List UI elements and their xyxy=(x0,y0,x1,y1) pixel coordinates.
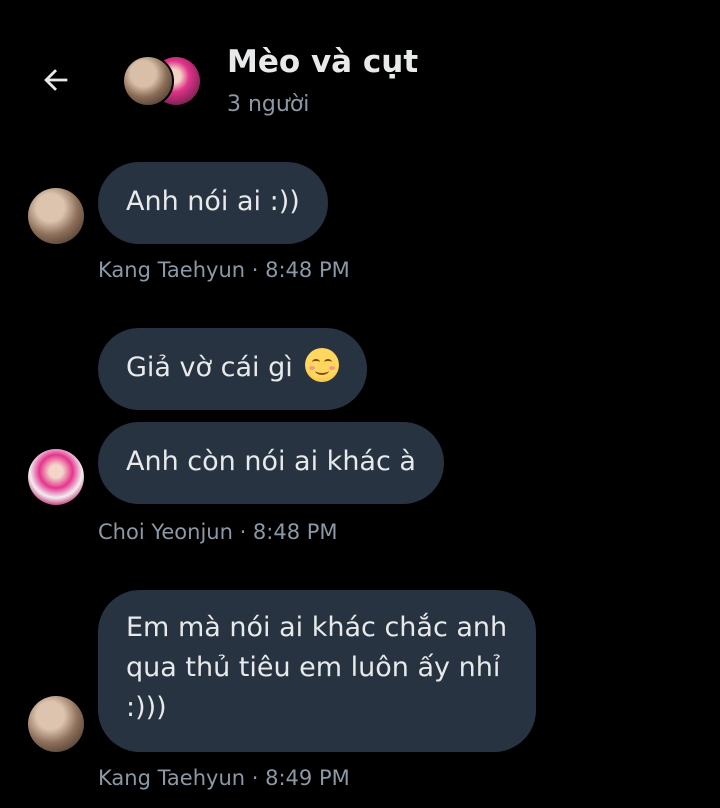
message-text: Anh còn nói ai khác à xyxy=(126,446,416,477)
participant-count: 3 người xyxy=(227,92,310,117)
smiling-face-emoji-icon xyxy=(305,348,340,382)
message-bubble[interactable]: Anh còn nói ai khác à xyxy=(98,422,444,504)
dm-conversation-screen: Mèo và cụt 3 người Anh nói ai :)) Kang T… xyxy=(0,0,720,808)
message-bubble[interactable]: Anh nói ai :)) xyxy=(98,162,328,244)
group-avatars[interactable] xyxy=(122,55,202,107)
message-meta: Kang Taehyun · 8:48 PM xyxy=(98,258,350,282)
message-text: Anh nói ai :)) xyxy=(126,186,300,217)
conversation-title[interactable]: Mèo và cụt xyxy=(227,44,418,80)
avatar[interactable] xyxy=(28,696,84,752)
message-text: Giả vờ cái gì xyxy=(126,352,293,383)
arrow-left-icon xyxy=(44,69,68,91)
message-bubble[interactable]: Em mà nói ai khác chắc anh qua thủ tiêu … xyxy=(98,590,536,752)
message-bubble[interactable]: Giả vờ cái gì xyxy=(98,328,368,410)
avatar xyxy=(122,55,174,107)
message-text: Em mà nói ai khác chắc anh qua thủ tiêu … xyxy=(126,612,508,723)
message-meta: Kang Taehyun · 8:49 PM xyxy=(98,766,350,790)
avatar[interactable] xyxy=(28,188,84,244)
avatar[interactable] xyxy=(28,449,84,505)
message-meta: Choi Yeonjun · 8:48 PM xyxy=(98,520,338,544)
back-button[interactable] xyxy=(36,60,76,100)
